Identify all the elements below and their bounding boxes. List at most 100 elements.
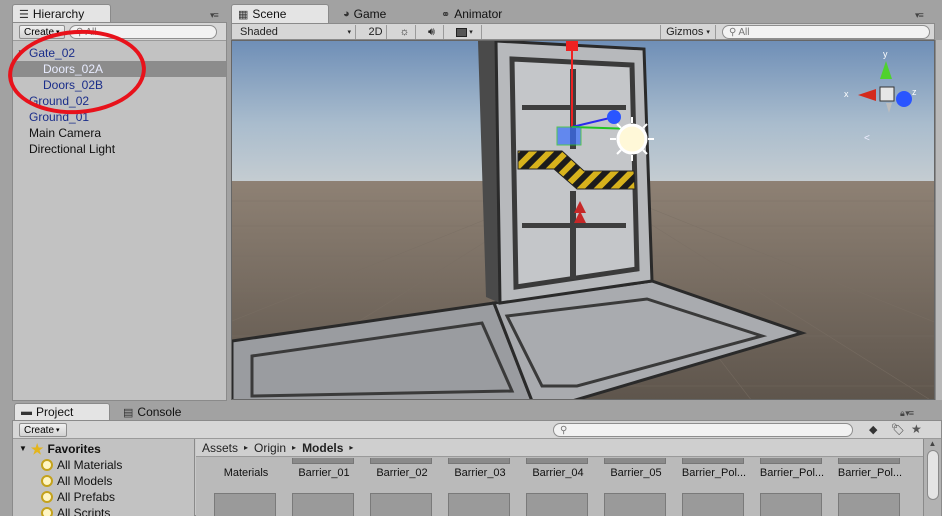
- tab-console-label: Console: [137, 405, 182, 419]
- asset-item-label[interactable]: Materials: [210, 467, 282, 479]
- gizmos-dropdown[interactable]: Gizmos ▾: [660, 25, 716, 39]
- favorite-all-materials[interactable]: All Materials: [41, 457, 122, 473]
- asset-thumbnail[interactable]: [292, 493, 354, 516]
- search-icon: ⚲: [729, 26, 737, 38]
- dropdown-arrow-icon: ▾: [706, 29, 710, 36]
- image-icon: [456, 27, 468, 37]
- asset-thumbnail[interactable]: [760, 493, 822, 516]
- asset-thumbnail[interactable]: [682, 493, 744, 516]
- scene-menu-icon[interactable]: ▾≡: [915, 10, 924, 21]
- breadcrumb-separator-icon: ▸: [349, 443, 354, 452]
- asset-item-label[interactable]: Barrier_01: [288, 467, 360, 479]
- project-lock-icon[interactable]: 🔒︎ ▾≡: [900, 408, 914, 419]
- asset-item-label[interactable]: Barrier_Pol...: [678, 467, 750, 479]
- asset-thumbnail[interactable]: [448, 493, 510, 516]
- favorites-header[interactable]: ▼ ★ Favorites: [19, 441, 101, 457]
- favorites-tree: ▼ ★ Favorites All Materials All Models A…: [13, 439, 195, 516]
- asset-thumbnail[interactable]: [526, 493, 588, 516]
- dropdown-arrow-icon: ▾: [347, 29, 351, 36]
- scroll-up-arrow-icon[interactable]: ▲: [924, 439, 941, 448]
- tab-hierarchy[interactable]: ☰ Hierarchy: [12, 4, 111, 23]
- tab-animator-label: Animator: [454, 7, 503, 21]
- assets-browser: Assets ▸ Origin ▸ Models ▸ Materials Bar…: [196, 439, 923, 516]
- asset-item-label[interactable]: Barrier_Pol...: [756, 467, 828, 479]
- search-icon: ⚲: [560, 424, 568, 436]
- hierarchy-item-label: Main Camera: [29, 126, 102, 140]
- scene-toolbar: Shaded ▾ 2D ☼ 🔊︎ ▾ Gizmos ▾ ⚲ All: [231, 23, 935, 40]
- project-search-input[interactable]: ⚲: [553, 423, 853, 437]
- tab-console[interactable]: ▤ Console: [116, 403, 212, 420]
- gizmos-label: Gizmos: [666, 26, 704, 38]
- dropdown-arrow-icon: ▾: [469, 29, 473, 36]
- asset-item-label[interactable]: Barrier_03: [444, 467, 516, 479]
- tab-animator[interactable]: ⚭ Animator: [434, 4, 534, 23]
- scrollbar-thumb[interactable]: [926, 450, 939, 500]
- saved-search-icon: [41, 507, 53, 516]
- asset-thumbnail[interactable]: [838, 493, 900, 516]
- favorite-label: All Models: [57, 474, 113, 488]
- asset-item-label[interactable]: Barrier_05: [600, 467, 672, 479]
- asset-thumb-top: [292, 458, 354, 464]
- speaker-icon: 🔊︎: [428, 25, 435, 38]
- favorite-all-models[interactable]: All Models: [41, 473, 112, 489]
- hierarchy-menu-icon[interactable]: ▾≡: [210, 10, 219, 21]
- animator-icon: ⚭: [441, 8, 451, 21]
- tab-game-label: Game: [353, 7, 387, 21]
- scene-search-placeholder: All: [738, 26, 750, 38]
- filter-by-type-icon[interactable]: ◆: [869, 423, 877, 436]
- favorite-all-prefabs[interactable]: All Prefabs: [41, 489, 115, 505]
- favorites-label: Favorites: [47, 442, 101, 456]
- gizmo-persp-label: <: [864, 133, 870, 144]
- asset-thumb-top: [682, 458, 744, 464]
- asset-thumb-top: [760, 458, 822, 464]
- hierarchy-item-label: Directional Light: [29, 142, 116, 156]
- hierarchy-item-main-camera[interactable]: Main Camera: [13, 125, 226, 141]
- project-panel: Create ▾ ⚲ ◆ 🏷︎ ★ ▼ ★ Favorites All Mate…: [12, 420, 942, 516]
- scene-effects-dropdown[interactable]: ▾: [448, 25, 482, 39]
- asset-item-label[interactable]: Barrier_Pol...: [834, 467, 906, 479]
- tab-scene-label: Scene: [252, 7, 287, 21]
- scene-viewport[interactable]: y x z <: [231, 40, 935, 400]
- scene-scrollbar[interactable]: [935, 40, 942, 400]
- asset-item-label[interactable]: Barrier_04: [522, 467, 594, 479]
- project-create-button[interactable]: Create ▾: [19, 423, 67, 437]
- tab-game[interactable]: ◕ Game: [336, 4, 416, 23]
- expand-arrow-icon[interactable]: ▼: [19, 441, 27, 457]
- gizmo-axis-label-y: y: [883, 49, 888, 59]
- breadcrumb-separator-icon: ▸: [292, 443, 297, 452]
- project-create-label: Create: [24, 424, 55, 436]
- tab-scene[interactable]: ▦ Scene: [231, 4, 329, 23]
- breadcrumb-item[interactable]: Origin: [254, 441, 286, 455]
- door-bar: [522, 105, 626, 110]
- saved-search-icon: [41, 459, 53, 471]
- scene-search-input[interactable]: ⚲ All: [722, 25, 930, 39]
- scene-grid-icon: ▦: [238, 8, 249, 21]
- hierarchy-item-directional-light[interactable]: Directional Light: [13, 141, 226, 157]
- draw-mode-dropdown[interactable]: Shaded ▾: [232, 25, 356, 39]
- favorite-star-icon[interactable]: ★: [911, 422, 922, 436]
- favorite-all-scripts[interactable]: All Scripts: [41, 505, 110, 516]
- gizmo-plane-handle[interactable]: [556, 126, 582, 146]
- scene-lighting-toggle[interactable]: ☼: [394, 25, 416, 39]
- project-scrollbar[interactable]: ▲: [923, 439, 941, 516]
- asset-thumbnail[interactable]: [370, 493, 432, 516]
- asset-thumbnail[interactable]: [214, 493, 276, 516]
- asset-item-label[interactable]: Barrier_02: [366, 467, 438, 479]
- filter-by-label-icon[interactable]: 🏷︎: [891, 423, 905, 436]
- scene-audio-toggle[interactable]: 🔊︎: [420, 25, 444, 39]
- tab-project[interactable]: ▬ Project: [14, 403, 110, 420]
- scene-render: [232, 41, 934, 399]
- breadcrumb-item[interactable]: Models: [302, 441, 343, 455]
- breadcrumb-item[interactable]: Assets: [202, 441, 238, 455]
- gizmo-y-handle[interactable]: [566, 41, 578, 51]
- console-icon: ▤: [123, 406, 134, 419]
- toggle-2d-label: 2D: [368, 26, 383, 38]
- asset-thumb-top: [526, 458, 588, 464]
- favorite-label: All Scripts: [57, 506, 111, 516]
- star-icon: ★: [30, 441, 44, 457]
- gizmo-z-handle[interactable]: [607, 110, 621, 124]
- hierarchy-item-ground-01[interactable]: Ground_01: [13, 109, 226, 125]
- asset-thumbnail[interactable]: [604, 493, 666, 516]
- toggle-2d-button[interactable]: 2D: [365, 25, 387, 39]
- folder-icon: ▬: [21, 406, 32, 418]
